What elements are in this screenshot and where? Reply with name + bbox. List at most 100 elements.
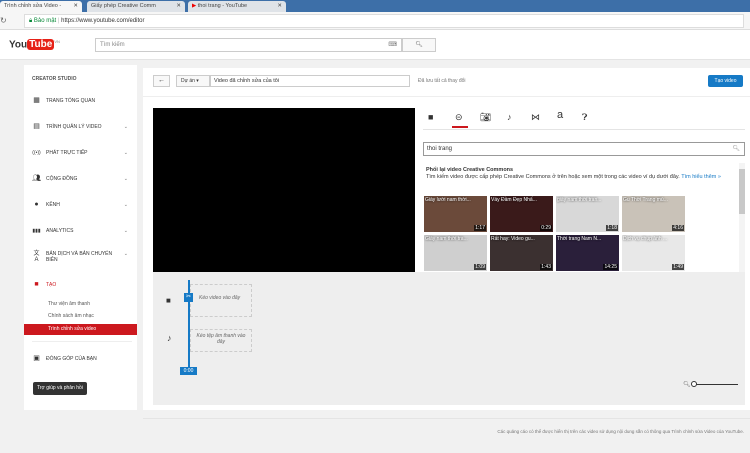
sidebar-title: CREATOR STUDIO xyxy=(32,76,77,82)
sidebar-item-label: BẢN DỊCH VÀ BẢN CHUYỂN BIÊN xyxy=(46,251,113,263)
close-icon[interactable]: ✕ xyxy=(176,1,181,12)
video-duration: 1:09 xyxy=(474,264,486,270)
sidebar-item-dashboard[interactable]: ▦ TRANG TỔNG QUAN xyxy=(32,96,132,106)
analytics-icon: ▮▮▮ xyxy=(32,228,41,234)
url-field[interactable]: 🔒︎ Bảo mật | https://www.youtube.com/edi… xyxy=(24,14,744,28)
sidebar-item-label: TRÌNH QUẢN LÝ VIDEO xyxy=(46,124,102,130)
chevron-down-icon: ⌄ xyxy=(123,124,128,130)
transitions-tab-icon[interactable]: ⋈ xyxy=(531,112,540,123)
search-input[interactable]: Tìm kiếm ⌨ xyxy=(95,38,402,52)
video-duration: 1:49 xyxy=(672,264,684,270)
video-thumbnail[interactable]: Dịch vụ chụp ảnh ... 1:49 xyxy=(622,235,685,271)
audio-track-icon: ♪ xyxy=(167,333,172,343)
sidebar-item-live[interactable]: ((•)) PHÁT TRỰC TIẾP ⌄ xyxy=(32,148,132,158)
tab-editor[interactable]: Trình chỉnh sửa Video - ✕ xyxy=(0,1,82,12)
search-icon: 🔍︎ xyxy=(415,42,423,48)
search-button[interactable]: 🔍︎ xyxy=(402,38,436,52)
sidebar-item-translation[interactable]: 文A BẢN DỊCH VÀ BẢN CHUYỂN BIÊN ⌄ xyxy=(32,251,132,265)
sidebar-sub-music-policy[interactable]: Chính sách âm nhạc xyxy=(48,313,94,319)
save-status: Đã lưu tất cả thay đổi xyxy=(418,78,466,84)
zoom-slider-handle[interactable] xyxy=(691,381,697,387)
help-tab-icon[interactable]: ❓︎ xyxy=(582,112,587,123)
project-name-input[interactable]: Video đã chỉnh sửa của tôi xyxy=(210,75,410,87)
divider xyxy=(32,341,132,342)
sidebar-item-channel[interactable]: ● KÊNH ⌄ xyxy=(32,200,132,210)
divider xyxy=(423,129,745,130)
tab-creative-commons[interactable]: Giấy phép Creative Comm ✕ xyxy=(87,1,185,12)
sidebar-item-label: TẠO xyxy=(46,282,57,288)
video-thumbnail[interactable]: Giày nam thời tra... 1:09 xyxy=(424,235,487,271)
video-manager-icon: ▤ xyxy=(33,123,40,130)
back-button[interactable]: ← xyxy=(153,75,170,87)
chevron-down-icon: ⌄ xyxy=(123,150,128,156)
channel-icon: ● xyxy=(34,201,39,208)
reload-icon[interactable]: ↻ xyxy=(0,16,7,25)
chevron-down-icon: ⌄ xyxy=(123,202,128,208)
video-duration: 4:16 xyxy=(672,225,684,231)
cc-search-input[interactable]: thoi trang 🔍︎ xyxy=(423,142,745,156)
video-duration: 0:29 xyxy=(540,225,552,231)
cc-tab-icon[interactable]: ⊝ xyxy=(455,112,463,123)
learn-more-link[interactable]: Tìm hiểu thêm » xyxy=(681,174,721,180)
close-icon[interactable]: ✕ xyxy=(73,1,78,12)
video-tab-camera-icon[interactable]: ■ xyxy=(428,112,433,122)
video-thumbnail[interactable]: giày nam thời tran... 1:18 xyxy=(556,196,619,232)
video-thumbnail[interactable]: Thời trang Nam N... 14:25 xyxy=(556,235,619,271)
cc-description: Tìm kiếm video được cấp phép Creative Co… xyxy=(426,174,736,180)
video-thumbnail[interactable]: Gu Thời Trang mù... 4:16 xyxy=(622,196,685,232)
scrollbar[interactable] xyxy=(739,163,745,273)
video-title: Váy Đầm Đẹp Nhấ... xyxy=(491,197,537,203)
address-bar: ↻ 🔒︎ Bảo mật | https://www.youtube.com/e… xyxy=(0,12,750,30)
close-icon[interactable]: ✕ xyxy=(277,1,282,12)
video-preview[interactable] xyxy=(153,108,415,272)
youtube-header: You Tube VN Tìm kiếm ⌨ 🔍︎ xyxy=(0,30,750,60)
video-thumbnail[interactable]: Váy Đầm Đẹp Nhấ... 0:29 xyxy=(490,196,553,232)
sidebar-item-create[interactable]: ■ TẠO xyxy=(32,280,132,290)
video-drop-zone[interactable]: Kéo video vào đây xyxy=(190,284,252,317)
sidebar-item-label: KÊNH xyxy=(46,202,60,208)
community-icon: 👥︎ xyxy=(32,175,41,182)
scrollbar-thumb[interactable] xyxy=(739,169,745,214)
tab-youtube[interactable]: ▶ thoi trang - YouTube ✕ xyxy=(188,1,286,12)
sidebar-item-contributions[interactable]: ▣ ĐÓNG GÓP CỦA BẠN xyxy=(32,354,132,364)
footer-note: Các quảng cáo có thể được hiển thị trên … xyxy=(497,429,744,434)
create-video-button[interactable]: Tạo video xyxy=(708,75,743,87)
tab-title: thoi trang - YouTube xyxy=(197,3,248,9)
video-duration: 14:25 xyxy=(603,264,618,270)
sidebar-item-analytics[interactable]: ▮▮▮ ANALYTICS ⌄ xyxy=(32,226,132,236)
project-dropdown[interactable]: Dự án ▾ xyxy=(176,75,210,87)
cc-desc-text: Tìm kiếm video được cấp phép Creative Co… xyxy=(426,174,680,180)
split-scissors-icon[interactable]: ✂ xyxy=(184,293,193,302)
translate-icon: 文A xyxy=(33,251,40,263)
music-tab-icon[interactable]: ♪ xyxy=(507,112,512,122)
playhead-time: 0:00 xyxy=(180,367,197,375)
sidebar-sub-audio-library[interactable]: Thư viện âm thanh xyxy=(48,301,90,307)
secure-label: Bảo mật xyxy=(33,18,57,24)
video-title: Rất hay: Video gu... xyxy=(491,236,535,242)
divider xyxy=(143,96,750,97)
video-title: Thời trang Nam N... xyxy=(557,236,602,242)
sidebar-item-video-manager[interactable]: ▤ TRÌNH QUẢN LÝ VIDEO ⌄ xyxy=(32,122,132,132)
video-title: Gu Thời Trang mù... xyxy=(623,197,668,203)
youtube-logo[interactable]: You Tube VN xyxy=(9,39,60,51)
help-feedback-button[interactable]: Trợ giúp và phản hồi xyxy=(33,382,87,395)
photo-tab-icon[interactable]: 📷︎ xyxy=(480,112,491,123)
sidebar-item-community[interactable]: 👥︎ CỘNG ĐỒNG ⌄ xyxy=(32,174,132,184)
sidebar-sub-video-editor[interactable]: Trình chỉnh sửa video xyxy=(24,324,137,335)
audio-drop-zone[interactable]: Kéo tệp âm thanh vào đây xyxy=(190,329,252,352)
video-thumbnail[interactable]: Rất hay: Video gu... 1:43 xyxy=(490,235,553,271)
video-title: Giày nam thời tra... xyxy=(425,236,468,242)
tab-title: Trình chỉnh sửa Video - xyxy=(4,3,62,9)
url-text: https://www.youtube.com/editor xyxy=(61,18,145,24)
video-duration: 1:43 xyxy=(540,264,552,270)
cc-heading: Phối lại video Creative Commons xyxy=(426,167,514,173)
video-thumbnail[interactable]: Giày lười nam thời... 1:17 xyxy=(424,196,487,232)
zoom-slider[interactable] xyxy=(693,384,738,385)
keyboard-icon[interactable]: ⌨ xyxy=(388,39,397,51)
text-tab-icon[interactable]: a xyxy=(557,109,563,121)
sidebar-item-label: ĐÓNG GÓP CỦA BẠN xyxy=(46,356,97,362)
sidebar-item-label: TRANG TỔNG QUAN xyxy=(46,98,96,104)
video-title: Dịch vụ chụp ảnh ... xyxy=(623,236,668,242)
search-icon[interactable]: 🔍︎ xyxy=(732,143,740,155)
sidebar: CREATOR STUDIO ▦ TRANG TỔNG QUAN ▤ TRÌNH Q… xyxy=(24,65,137,410)
